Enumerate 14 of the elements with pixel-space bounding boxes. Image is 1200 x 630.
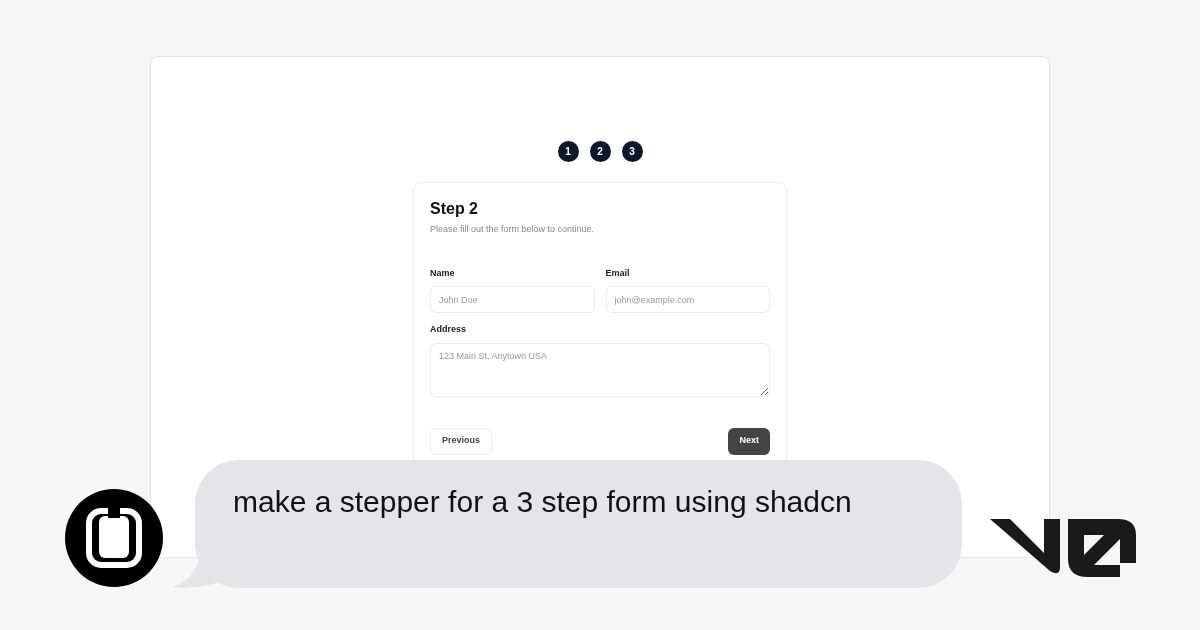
card-description: Please fill out the form below to continue. [430, 223, 596, 236]
previous-button[interactable]: Previous [430, 427, 493, 455]
input-field[interactable]: john@example.com [605, 286, 770, 313]
step-indicator[interactable]: 1 [557, 141, 579, 162]
step-indicator[interactable]: 2 [589, 141, 611, 162]
step-indicator[interactable]: 3 [621, 141, 643, 162]
field-label: Address [430, 323, 467, 336]
card-title: Step 2 [430, 199, 479, 219]
prompt-text: make a stepper for a 3 step form using shadcn [233, 484, 853, 520]
next-button[interactable]: Next [728, 427, 770, 455]
field-label: Email [605, 266, 631, 280]
field-label: Name [430, 266, 456, 280]
input-field[interactable]: John Doe [430, 286, 595, 313]
address-field[interactable]: 123 Main St, Anytown USA [430, 342, 770, 397]
